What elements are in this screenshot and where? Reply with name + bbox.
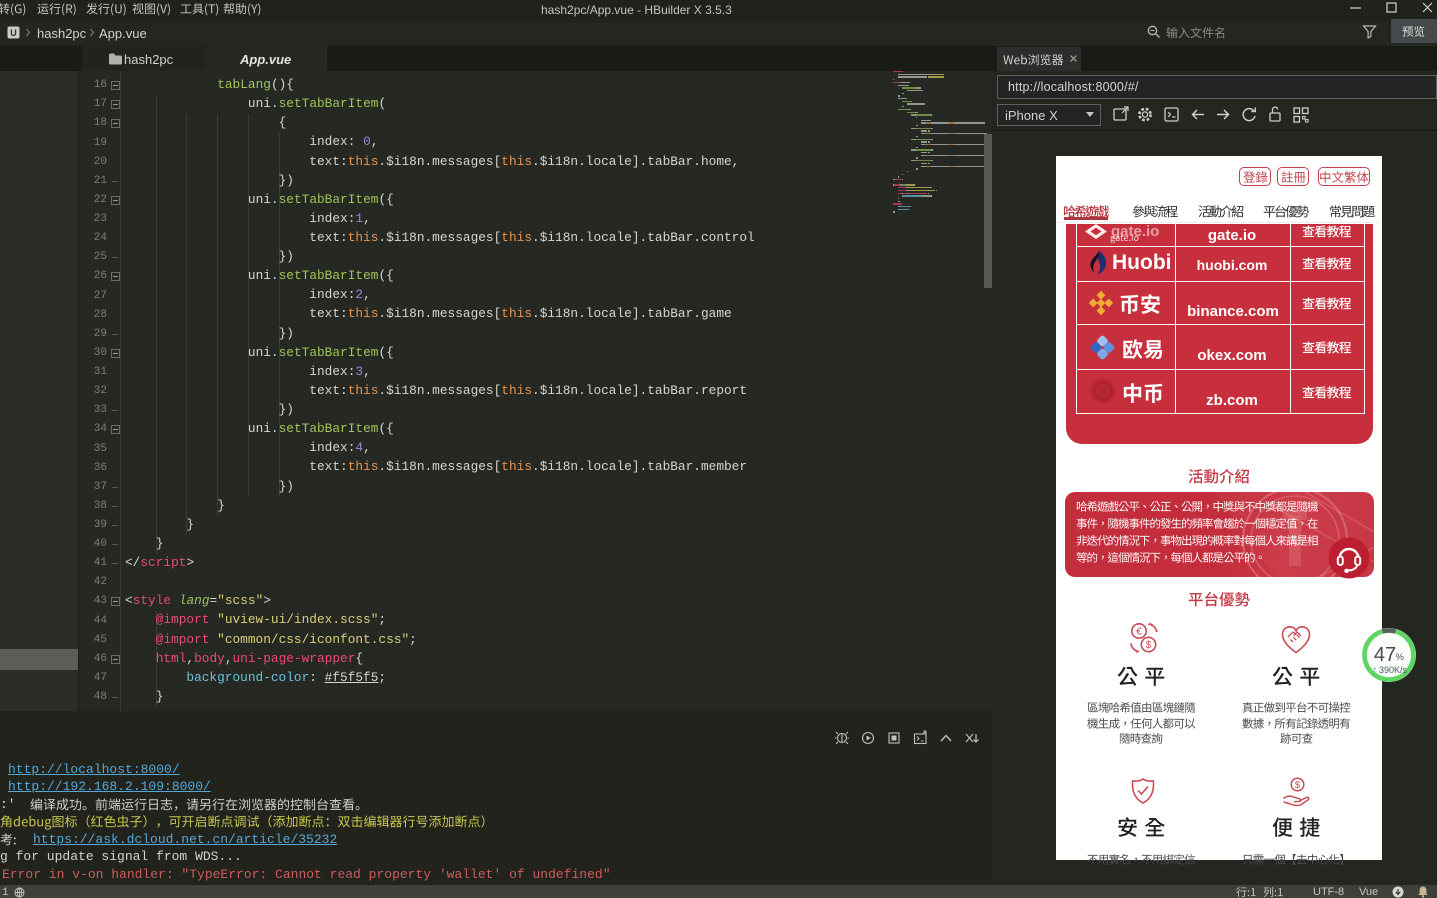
svg-text:$: $	[1146, 640, 1152, 651]
svg-text:gate.io: gate.io	[1111, 224, 1159, 240]
svg-text:€: €	[1136, 627, 1142, 638]
svg-text:390K/s: 390K/s	[1379, 665, 1408, 675]
svg-text:U: U	[10, 28, 17, 38]
svg-text:↑: ↑	[1373, 665, 1378, 676]
svg-text:47: 47	[1374, 644, 1396, 666]
svg-text:$: $	[1295, 780, 1301, 791]
svg-text:%: %	[1396, 652, 1405, 663]
